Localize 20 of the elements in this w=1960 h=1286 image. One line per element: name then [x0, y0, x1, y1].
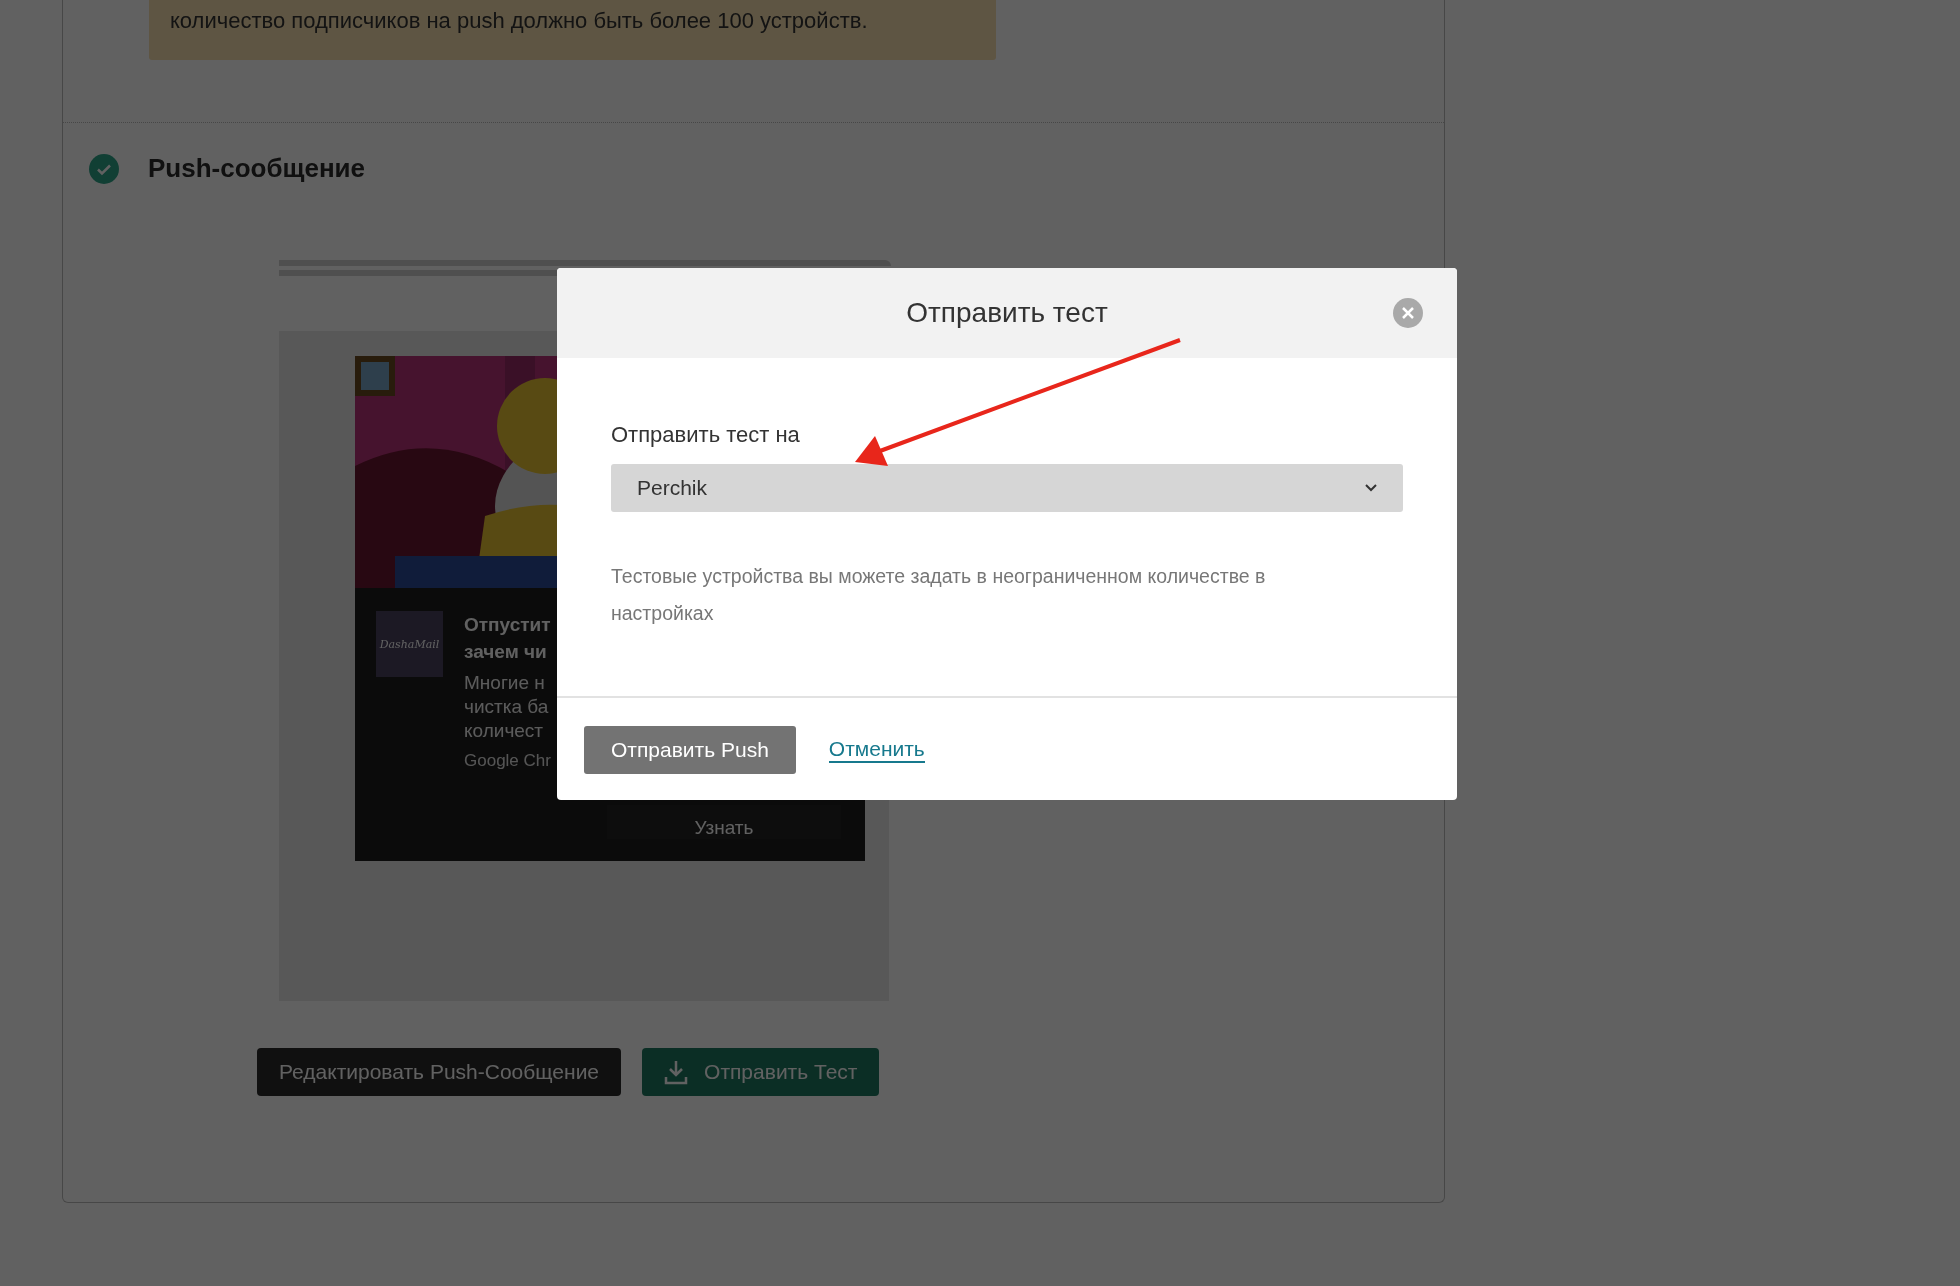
send-push-button[interactable]: Отправить Push	[584, 726, 796, 774]
chevron-down-icon	[1365, 484, 1377, 492]
help-text: Тестовые устройства вы можете задать в неограниченном количестве в настройках	[611, 564, 1267, 626]
notification-source: Google Chr	[464, 751, 551, 771]
close-icon	[1402, 307, 1414, 319]
close-button[interactable]	[1393, 298, 1423, 328]
dialog-title: Отправить тест	[906, 297, 1108, 329]
section-title: Push-сообщение	[148, 153, 366, 184]
sender-logo: DashaMail	[376, 611, 443, 677]
notification-body: чистка ба	[464, 695, 550, 719]
notification-title: зачем чи	[464, 640, 548, 664]
notification-title: Отпустит	[464, 613, 551, 637]
download-icon	[664, 1059, 689, 1085]
edit-button[interactable]: Редактировать Push-Сообщение	[257, 1048, 622, 1096]
field-label: Отправить тест на	[611, 422, 801, 448]
cancel-link[interactable]: Отменить	[828, 737, 925, 763]
device-select[interactable]: Perchik	[611, 464, 1403, 512]
notification-body: количест	[464, 719, 545, 743]
notification-body: Многие н	[464, 671, 546, 695]
notice-text: количество подписчиков на push должно быть более 100 устройств.	[149, 0, 996, 60]
